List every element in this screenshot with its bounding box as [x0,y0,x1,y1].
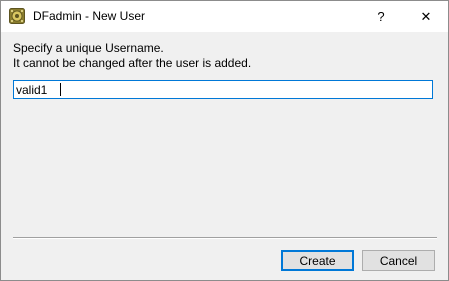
title-bar[interactable]: DFadmin - New User ? ✕ [1,1,448,32]
prompt-text: Specify a unique Username. It cannot be … [13,41,251,71]
close-button[interactable]: ✕ [403,1,449,32]
prompt-line-2: It cannot be changed after the user is a… [13,56,252,70]
prompt-line-1: Specify a unique Username. [13,41,164,55]
help-button[interactable]: ? [358,1,404,32]
text-caret [60,83,61,96]
create-button[interactable]: Create [281,250,354,271]
username-input[interactable] [13,80,433,99]
window-title: DFadmin - New User [33,9,146,23]
cancel-button[interactable]: Cancel [362,250,435,271]
dfadmin-app-icon [9,8,25,24]
new-user-dialog: DFadmin - New User ? ✕ Specify a unique … [0,0,449,281]
close-icon: ✕ [420,8,432,24]
dialog-body: Specify a unique Username. It cannot be … [1,32,448,280]
divider [13,237,437,239]
